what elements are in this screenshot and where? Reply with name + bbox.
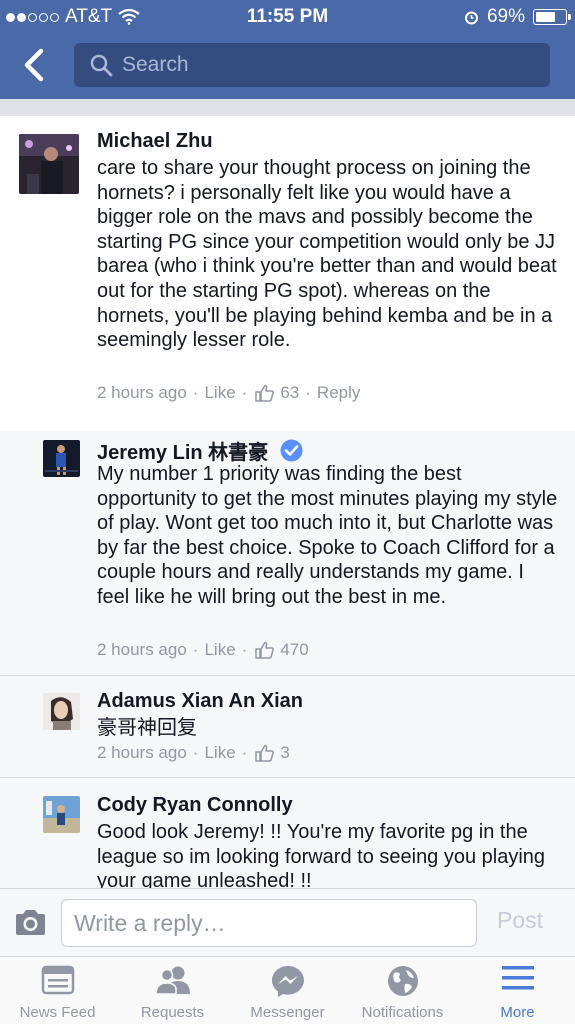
comment-time[interactable]: 2 hours ago [97,383,187,403]
tab-label: Messenger [250,1004,325,1021]
avatar[interactable] [43,440,80,477]
avatar[interactable] [43,693,80,730]
comment-meta: 2 hours ago · Like · 3 [97,743,290,763]
battery-icon [533,9,571,25]
thumbs-up-icon [255,384,275,402]
back-button[interactable] [16,46,56,84]
tab-notifications[interactable]: Notifications [345,957,460,1024]
separator-dot: · [192,640,199,659]
tab-messenger[interactable]: Messenger [230,957,345,1024]
like-button[interactable]: Like [204,383,235,403]
separator-dot: · [241,743,248,762]
tab-bar: News Feed Requests Messenger Notificatio… [0,956,575,1024]
tab-requests[interactable]: Requests [115,957,230,1024]
news-feed-icon [41,965,74,995]
separator-dot: · [192,743,199,762]
tab-label: News Feed [19,1004,96,1021]
comment-text: care to share your thought process on jo… [97,157,557,352]
comment-text: Good look Jeremy! !! You're my favorite … [97,821,546,888]
separator-dot: · [241,640,248,659]
status-bar: AT&T 11:55 PM 69% [0,0,575,34]
like-count[interactable]: 63 [280,383,299,403]
messenger-icon [271,966,304,997]
globe-icon [387,966,418,996]
top-bar: AT&T 11:55 PM 69% [0,0,575,99]
reply-composer: Post [0,888,575,956]
like-button[interactable]: Like [204,743,235,763]
separator-dot: · [192,383,199,402]
commenter-name[interactable]: Cody Ryan Connolly [97,794,293,817]
commenter-name[interactable]: Michael Zhu [97,130,213,153]
status-right: 69% [464,6,571,28]
camera-icon[interactable] [14,909,47,936]
tab-label: Notifications [361,1004,444,1021]
avatar-photo [43,796,80,833]
alarm-clock-icon [464,11,478,24]
tab-news-feed[interactable]: News Feed [0,957,115,1024]
thumbs-up-icon [255,641,275,659]
tab-more[interactable]: More [460,957,575,1024]
reply-comment: Cody Ryan Connolly Good look Jeremy! !! … [0,778,575,888]
like-count[interactable]: 3 [280,743,289,763]
reply-comment: Jeremy Lin 林書豪 My number 1 priority was … [0,431,575,675]
search-icon [90,54,113,77]
friend-requests-icon [154,966,190,995]
comment-text: 豪哥神回复 [97,717,197,739]
search-input[interactable] [122,43,522,87]
comment-time[interactable]: 2 hours ago [97,640,187,660]
separator-dot: · [305,383,311,402]
battery-percent: 69% [486,6,525,27]
avatar[interactable] [43,796,80,833]
separator-dot: · [241,383,248,402]
comment-meta: 2 hours ago · Like · 63 · Reply [97,383,360,403]
avatar-photo [19,134,79,194]
thumbs-up-icon [255,744,275,762]
reply-comment: Adamus Xian An Xian 豪哥神回复 2 hours ago · … [0,676,575,777]
post-button[interactable]: Post [497,907,543,934]
top-divider [0,99,575,116]
menu-icon [501,966,534,990]
reply-button[interactable]: Reply [317,383,360,403]
tab-label: More [500,1004,535,1021]
avatar[interactable] [19,134,79,194]
reply-input[interactable] [61,899,477,947]
avatar-photo [43,440,80,477]
commenter-name-text: Jeremy Lin 林書豪 [97,442,269,464]
commenter-name[interactable]: Jeremy Lin 林書豪 [97,436,303,465]
search-bar[interactable] [74,43,550,87]
comment-time[interactable]: 2 hours ago [97,743,187,763]
comment-meta: 2 hours ago · Like · 470 [97,640,309,660]
avatar-photo [43,693,80,730]
tab-label: Requests [140,1004,205,1021]
chevron-left-icon [24,48,44,82]
comment-text: My number 1 priority was finding the bes… [97,463,558,608]
like-count[interactable]: 470 [280,640,308,660]
comment: Michael Zhu care to share your thought p… [0,116,575,431]
commenter-name[interactable]: Adamus Xian An Xian [97,690,303,713]
verified-badge-icon [280,439,303,462]
like-button[interactable]: Like [204,640,235,660]
